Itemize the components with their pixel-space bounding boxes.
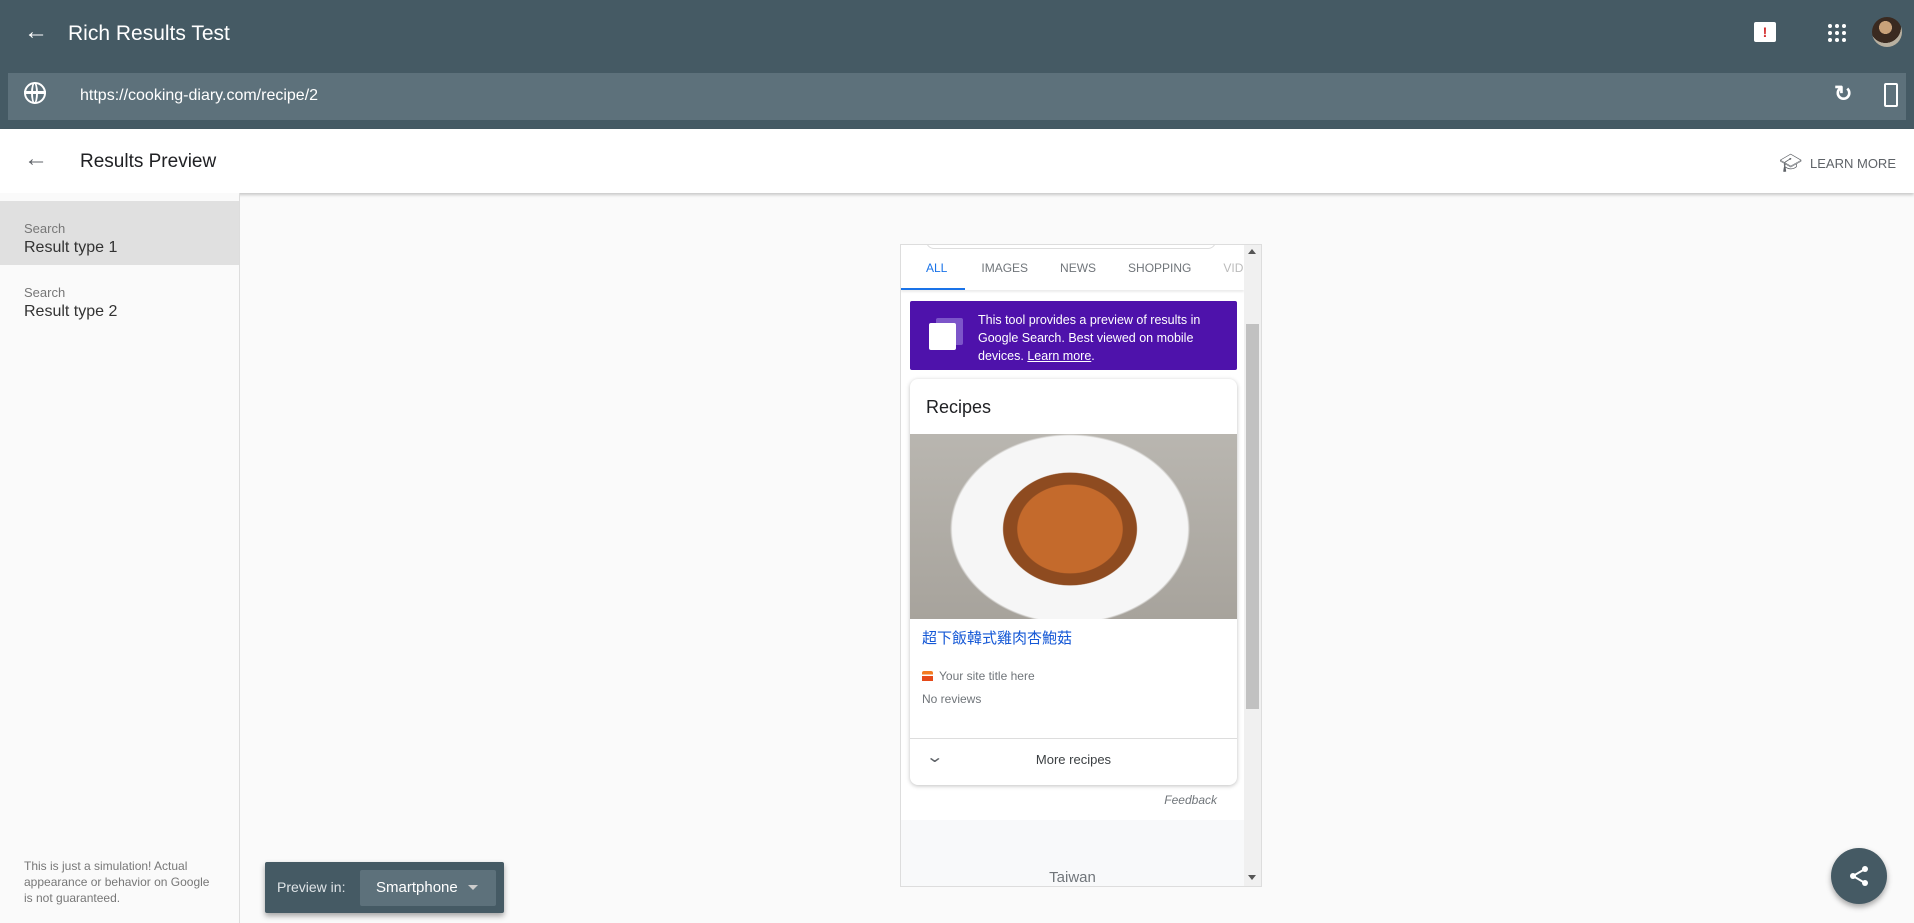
item-category: Search bbox=[24, 221, 66, 236]
graduation-cap-icon: 🎓︎ bbox=[1779, 153, 1803, 173]
more-recipes-button[interactable]: More recipes bbox=[910, 752, 1237, 767]
app-title: Rich Results Test bbox=[68, 22, 230, 45]
banner-text: This tool provides a preview of results … bbox=[978, 313, 1201, 363]
search-tabs: ALL IMAGES NEWS SHOPPING VID bbox=[901, 249, 1244, 290]
back-arrow-icon[interactable]: ← bbox=[24, 145, 48, 173]
tab-shopping[interactable]: SHOPPING bbox=[1112, 249, 1207, 290]
apps-grid-icon[interactable] bbox=[1828, 24, 1846, 42]
recipe-image[interactable] bbox=[910, 434, 1237, 619]
preview-tool-icon-front bbox=[929, 323, 956, 350]
sidebar: Search Result type 1 Search Result type … bbox=[0, 193, 240, 923]
info-banner: This tool provides a preview of results … bbox=[910, 301, 1237, 370]
url-bar: https://cooking-diary.com/recipe/2 ↻ bbox=[8, 73, 1906, 120]
globe-icon bbox=[24, 82, 46, 104]
card-title: Recipes bbox=[926, 397, 992, 417]
results-page: ALL IMAGES NEWS SHOPPING VID This tool p… bbox=[901, 245, 1244, 820]
reload-icon[interactable]: ↻ bbox=[1834, 81, 1852, 107]
disclaimer: This is just a simulation! Actual appear… bbox=[24, 859, 210, 905]
dropdown-arrow-icon bbox=[468, 885, 478, 890]
recipes-card: Recipes 超下飯韓式雞肉杏鮑菇 Your site title here … bbox=[910, 379, 1237, 785]
site-title: Your site title here bbox=[922, 669, 1035, 683]
feedback-icon[interactable]: ! bbox=[1754, 22, 1776, 42]
learn-more-button[interactable]: 🎓︎ LEARN MORE bbox=[1779, 153, 1896, 174]
reviews-text: No reviews bbox=[922, 692, 982, 706]
sidebar-item-result-type-2[interactable]: Search Result type 2 bbox=[0, 265, 239, 329]
item-category: Search bbox=[24, 285, 66, 300]
feedback-link[interactable]: Feedback bbox=[901, 793, 1217, 807]
share-icon bbox=[1850, 866, 1868, 886]
chevron-down-icon[interactable]: ⌄ bbox=[925, 747, 944, 767]
tab-all[interactable]: ALL bbox=[901, 249, 966, 290]
device-value: Smartphone bbox=[376, 879, 458, 896]
location-footer: Taiwan bbox=[1049, 869, 1096, 886]
item-label: Result type 1 bbox=[24, 239, 118, 256]
scrollbar[interactable] bbox=[1244, 245, 1261, 886]
preview-device-panel: Preview in: Smartphone bbox=[265, 862, 504, 913]
tab-videos[interactable]: VID bbox=[1207, 249, 1244, 290]
tab-images[interactable]: IMAGES bbox=[965, 249, 1044, 290]
avatar[interactable] bbox=[1872, 17, 1902, 47]
phone-preview: ALL IMAGES NEWS SHOPPING VID This tool p… bbox=[900, 244, 1262, 887]
scrollbar-thumb[interactable] bbox=[1246, 324, 1259, 709]
results-preview-bar: ← Results Preview 🎓︎ LEARN MORE bbox=[0, 129, 1914, 193]
smartphone-icon[interactable] bbox=[1884, 83, 1898, 107]
learn-more-link[interactable]: Learn more bbox=[1027, 349, 1091, 363]
share-button[interactable] bbox=[1831, 848, 1887, 904]
site-favicon-icon bbox=[922, 671, 933, 681]
preview-in-label: Preview in: bbox=[277, 879, 346, 895]
recipe-title-link[interactable]: 超下飯韓式雞肉杏鮑菇 bbox=[922, 627, 1072, 648]
item-label: Result type 2 bbox=[24, 303, 118, 320]
divider bbox=[910, 738, 1237, 739]
scroll-down-arrow-icon[interactable] bbox=[1248, 875, 1256, 880]
learn-more-label: LEARN MORE bbox=[1810, 156, 1896, 171]
site-title-text: Your site title here bbox=[939, 669, 1035, 683]
device-select[interactable]: Smartphone bbox=[360, 870, 496, 906]
back-arrow-icon[interactable]: ← bbox=[24, 18, 48, 46]
url-text[interactable]: https://cooking-diary.com/recipe/2 bbox=[80, 87, 318, 105]
scroll-up-arrow-icon[interactable] bbox=[1248, 249, 1256, 254]
app-header: ← Rich Results Test ! https://cooking-di… bbox=[0, 0, 1914, 129]
sidebar-item-result-type-1[interactable]: Search Result type 1 bbox=[0, 201, 239, 265]
page-title: Results Preview bbox=[80, 151, 217, 172]
tab-news[interactable]: NEWS bbox=[1044, 249, 1112, 290]
